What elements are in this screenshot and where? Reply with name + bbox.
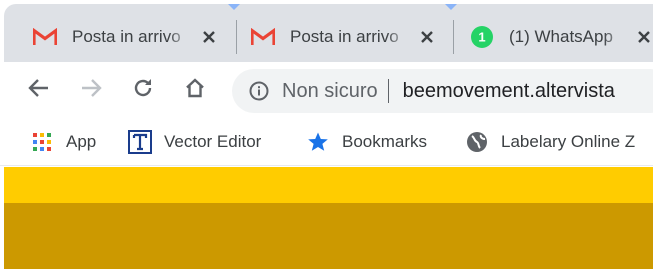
tab-title: Posta in arrivo [72,27,181,46]
reload-icon [132,77,154,104]
bookmarks-bar: App Vector Editor Bookmarks Labelary Onl… [0,118,653,166]
notification-badge: 1 [478,30,485,45]
back-arrow-icon [28,77,50,104]
globe-icon [465,130,489,154]
tab-separator [453,20,454,54]
address-divider [387,79,389,103]
bookmark-label: Bookmarks [342,132,428,151]
bookmark-label: Vector Editor [164,132,262,151]
tab-title: Posta in arrivo [290,27,399,46]
home-button[interactable] [178,73,212,107]
tab-gmail-2[interactable]: Posta in arrivo [240,12,438,62]
close-icon[interactable] [416,26,438,48]
gmail-icon [32,24,58,50]
address-bar[interactable]: Non sicuro beemovement.altervista [232,69,653,113]
bookmark-label: App [66,132,97,151]
tab-title: (1) WhatsApp [509,27,613,46]
back-button[interactable] [22,73,56,107]
forward-button[interactable] [74,73,108,107]
tab-separator [236,20,237,54]
bookmark-apps[interactable]: App [30,128,96,156]
reload-button[interactable] [126,73,160,107]
browser-window: Posta in arrivo Posta in arrivo 1 (1) Wh… [0,0,653,269]
bookmark-vector-editor[interactable]: Vector Editor [128,128,261,156]
star-icon [306,130,330,154]
apps-grid-icon [30,130,54,154]
toolbar: Non sicuro beemovement.altervista [0,62,653,118]
info-icon[interactable] [248,80,270,102]
whatsapp-icon: 1 [469,24,495,50]
text-t-icon [128,130,152,154]
bookmark-label: Labelary Online Z [501,132,636,151]
bookmark-bookmarks[interactable]: Bookmarks [306,128,427,156]
tab-notch-indicator [228,4,240,10]
gmail-icon [250,24,276,50]
page-content-band [4,203,653,269]
tab-strip: Posta in arrivo Posta in arrivo 1 (1) Wh… [4,4,653,62]
tab-whatsapp[interactable]: 1 (1) WhatsApp [459,12,653,62]
page-header-band [4,167,653,203]
home-icon [184,77,206,104]
close-icon[interactable] [198,26,220,48]
url-text[interactable]: beemovement.altervista [403,80,615,103]
forward-arrow-icon [80,77,102,104]
tab-gmail-1[interactable]: Posta in arrivo [22,12,220,62]
bookmark-labelary[interactable]: Labelary Online Z [465,128,635,156]
security-status[interactable]: Non sicuro [282,80,378,103]
close-icon[interactable] [633,26,653,48]
tab-notch-indicator [445,4,457,10]
